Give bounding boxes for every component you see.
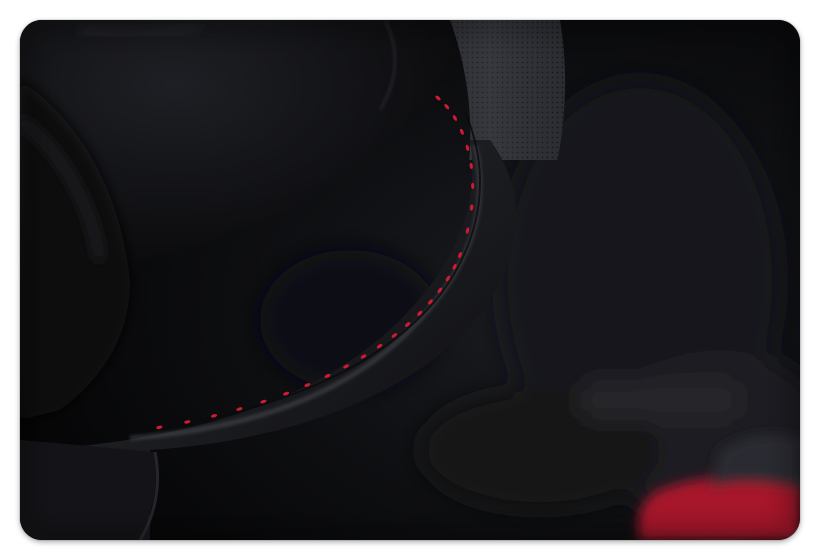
- photo-frame: [20, 20, 800, 540]
- steering-wheel-photo: [20, 20, 800, 540]
